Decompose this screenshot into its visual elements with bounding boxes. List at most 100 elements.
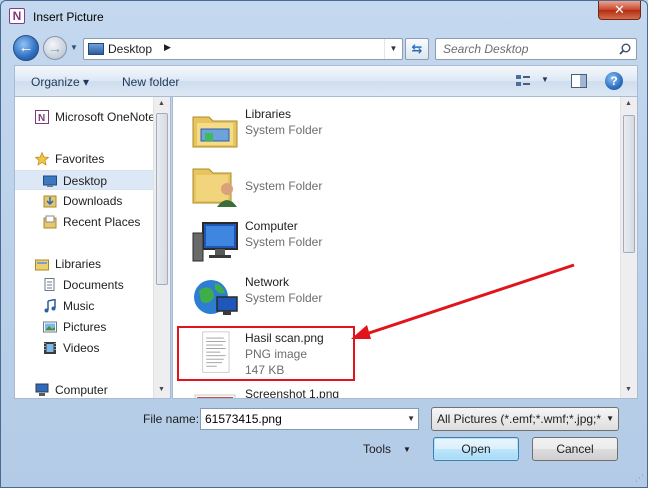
nav-scrollbar[interactable]: ▲ ▼: [153, 97, 170, 398]
sidebar-item-label: Videos: [63, 341, 100, 355]
sidebar-item-downloads[interactable]: Downloads: [15, 191, 155, 211]
address-text: Desktop: [108, 42, 153, 56]
cancel-button[interactable]: Cancel: [532, 437, 618, 461]
sidebar-item-pictures[interactable]: Pictures: [15, 317, 155, 337]
breadcrumb-arrow-icon[interactable]: ▶: [164, 42, 171, 53]
network-icon: [194, 280, 238, 315]
file-name: Hasil scan.png: [245, 331, 324, 345]
title-bar: N Insert Picture ✕: [1, 1, 647, 31]
sidebar-item-label: Microsoft OneNote: [55, 110, 156, 124]
nav-scroll-thumb[interactable]: [156, 113, 168, 285]
onenote-icon: N: [35, 110, 49, 124]
file-name-input[interactable]: [205, 411, 395, 427]
file-type-select[interactable]: All Pictures (*.emf;*.wmf;*.jpg;* ▼: [431, 407, 619, 431]
file-list-scrollbar[interactable]: ▲ ▼: [620, 97, 637, 398]
sidebar-item-label: Documents: [63, 278, 124, 292]
view-dropdown-icon[interactable]: ▼: [541, 75, 549, 84]
sidebar-item-label: Favorites: [55, 152, 105, 166]
tools-dropdown-icon[interactable]: ▼: [403, 445, 411, 454]
file-type: System Folder: [245, 179, 323, 193]
scroll-up-icon[interactable]: ▲: [625, 100, 632, 107]
scroll-up-icon[interactable]: ▲: [158, 100, 165, 107]
insert-picture-dialog: N Insert Picture ✕ ← → ▼ Desktop ▶ ▼ ⇆ S…: [0, 0, 648, 488]
sidebar-item-favorites[interactable]: Favorites: [15, 149, 155, 169]
sidebar-item-label: Music: [63, 299, 95, 313]
file-name-field[interactable]: ▼: [200, 408, 419, 430]
pictures-icon: [43, 321, 57, 333]
scroll-down-icon[interactable]: ▼: [625, 386, 632, 393]
file-type-value: All Pictures (*.emf;*.wmf;*.jpg;*: [437, 412, 601, 426]
file-name-label: File name:: [143, 412, 200, 426]
refresh-button[interactable]: ⇆: [405, 38, 429, 60]
help-icon[interactable]: ?: [605, 72, 623, 90]
desktop-icon: [88, 43, 104, 55]
file-size: 147 KB: [245, 363, 285, 377]
sidebar-item-label: Libraries: [55, 257, 102, 271]
file-name: Screenshot 1.png: [245, 387, 340, 399]
list-item[interactable]: Computer System Folder: [187, 213, 467, 267]
file-type: System Folder: [245, 235, 323, 249]
chevron-down-icon[interactable]: ▼: [606, 414, 614, 423]
computer-icon: [35, 383, 49, 396]
image-thumbnail-icon: [194, 394, 236, 398]
recent-places-icon: [43, 215, 57, 229]
sidebar-item-onenote[interactable]: N Microsoft OneNote: [15, 107, 155, 127]
file-name: Libraries: [245, 107, 292, 121]
file-list-pane: Libraries System Folder System Folder Co…: [172, 97, 638, 399]
preview-pane-icon[interactable]: [571, 74, 587, 88]
file-name: Computer: [245, 219, 298, 233]
scroll-down-icon[interactable]: ▼: [158, 386, 165, 393]
forward-button[interactable]: →: [43, 36, 67, 60]
sidebar-item-recent-places[interactable]: Recent Places: [15, 212, 155, 232]
file-name-dropdown-icon[interactable]: ▼: [407, 414, 415, 423]
sidebar-item-computer[interactable]: Computer: [15, 380, 155, 398]
sidebar-item-label: Desktop: [63, 174, 108, 188]
documents-icon: [44, 278, 55, 291]
search-icon[interactable]: [619, 43, 631, 55]
list-item[interactable]: Libraries System Folder: [187, 101, 467, 155]
list-item[interactable]: Hasil scan.png PNG image 147 KB: [187, 325, 467, 379]
file-scroll-thumb[interactable]: [623, 115, 635, 253]
close-button[interactable]: ✕: [598, 1, 641, 20]
back-button[interactable]: ←: [13, 35, 39, 61]
downloads-icon: [43, 195, 57, 208]
tools-button[interactable]: Tools: [363, 442, 391, 456]
user-folder-icon: [192, 168, 237, 207]
command-toolbar: Organize ▾ New folder ▼ ?: [14, 65, 638, 97]
file-type: System Folder: [245, 123, 323, 137]
sidebar-item-label: Computer: [55, 383, 108, 397]
search-input[interactable]: Search Desktop: [435, 38, 637, 60]
list-item[interactable]: System Folder: [187, 157, 467, 211]
new-folder-button[interactable]: New folder: [122, 75, 179, 89]
sidebar-item-label: Downloads: [63, 194, 123, 208]
sidebar-item-label: Recent Places: [63, 215, 141, 229]
sidebar-item-documents[interactable]: Documents: [15, 275, 155, 295]
star-icon: [35, 152, 49, 166]
resize-grip-icon[interactable]: ⋰: [635, 473, 644, 484]
address-dropdown-icon[interactable]: ▼: [384, 39, 402, 59]
search-placeholder: Search Desktop: [443, 42, 529, 56]
computer-icon: [192, 222, 238, 262]
address-bar[interactable]: Desktop ▶ ▼: [83, 38, 403, 60]
sidebar-item-music[interactable]: Music: [15, 296, 155, 316]
organize-button[interactable]: Organize ▾: [31, 75, 89, 89]
sidebar-item-libraries[interactable]: Libraries: [15, 254, 155, 274]
list-item[interactable]: Screenshot 1.png: [187, 381, 467, 399]
navigation-pane: N Microsoft OneNote Favorites Desktop Do…: [14, 97, 171, 399]
window-title: Insert Picture: [33, 10, 104, 24]
svg-text:N: N: [38, 113, 45, 124]
libraries-folder-icon: [192, 116, 238, 148]
file-type: PNG image: [245, 347, 308, 361]
recent-locations-dropdown[interactable]: ▼: [70, 43, 78, 52]
sidebar-item-label: Pictures: [63, 320, 107, 334]
file-type: System Folder: [245, 291, 323, 305]
onenote-app-icon: N: [9, 8, 25, 24]
open-button[interactable]: Open: [433, 437, 519, 461]
sidebar-item-desktop[interactable]: Desktop: [15, 170, 155, 190]
file-name: Network: [245, 275, 290, 289]
desktop-icon: [43, 175, 57, 187]
change-view-icon[interactable]: [515, 74, 531, 88]
sidebar-item-videos[interactable]: Videos: [15, 338, 155, 358]
list-item[interactable]: Network System Folder: [187, 269, 467, 323]
libraries-icon: [35, 259, 49, 271]
